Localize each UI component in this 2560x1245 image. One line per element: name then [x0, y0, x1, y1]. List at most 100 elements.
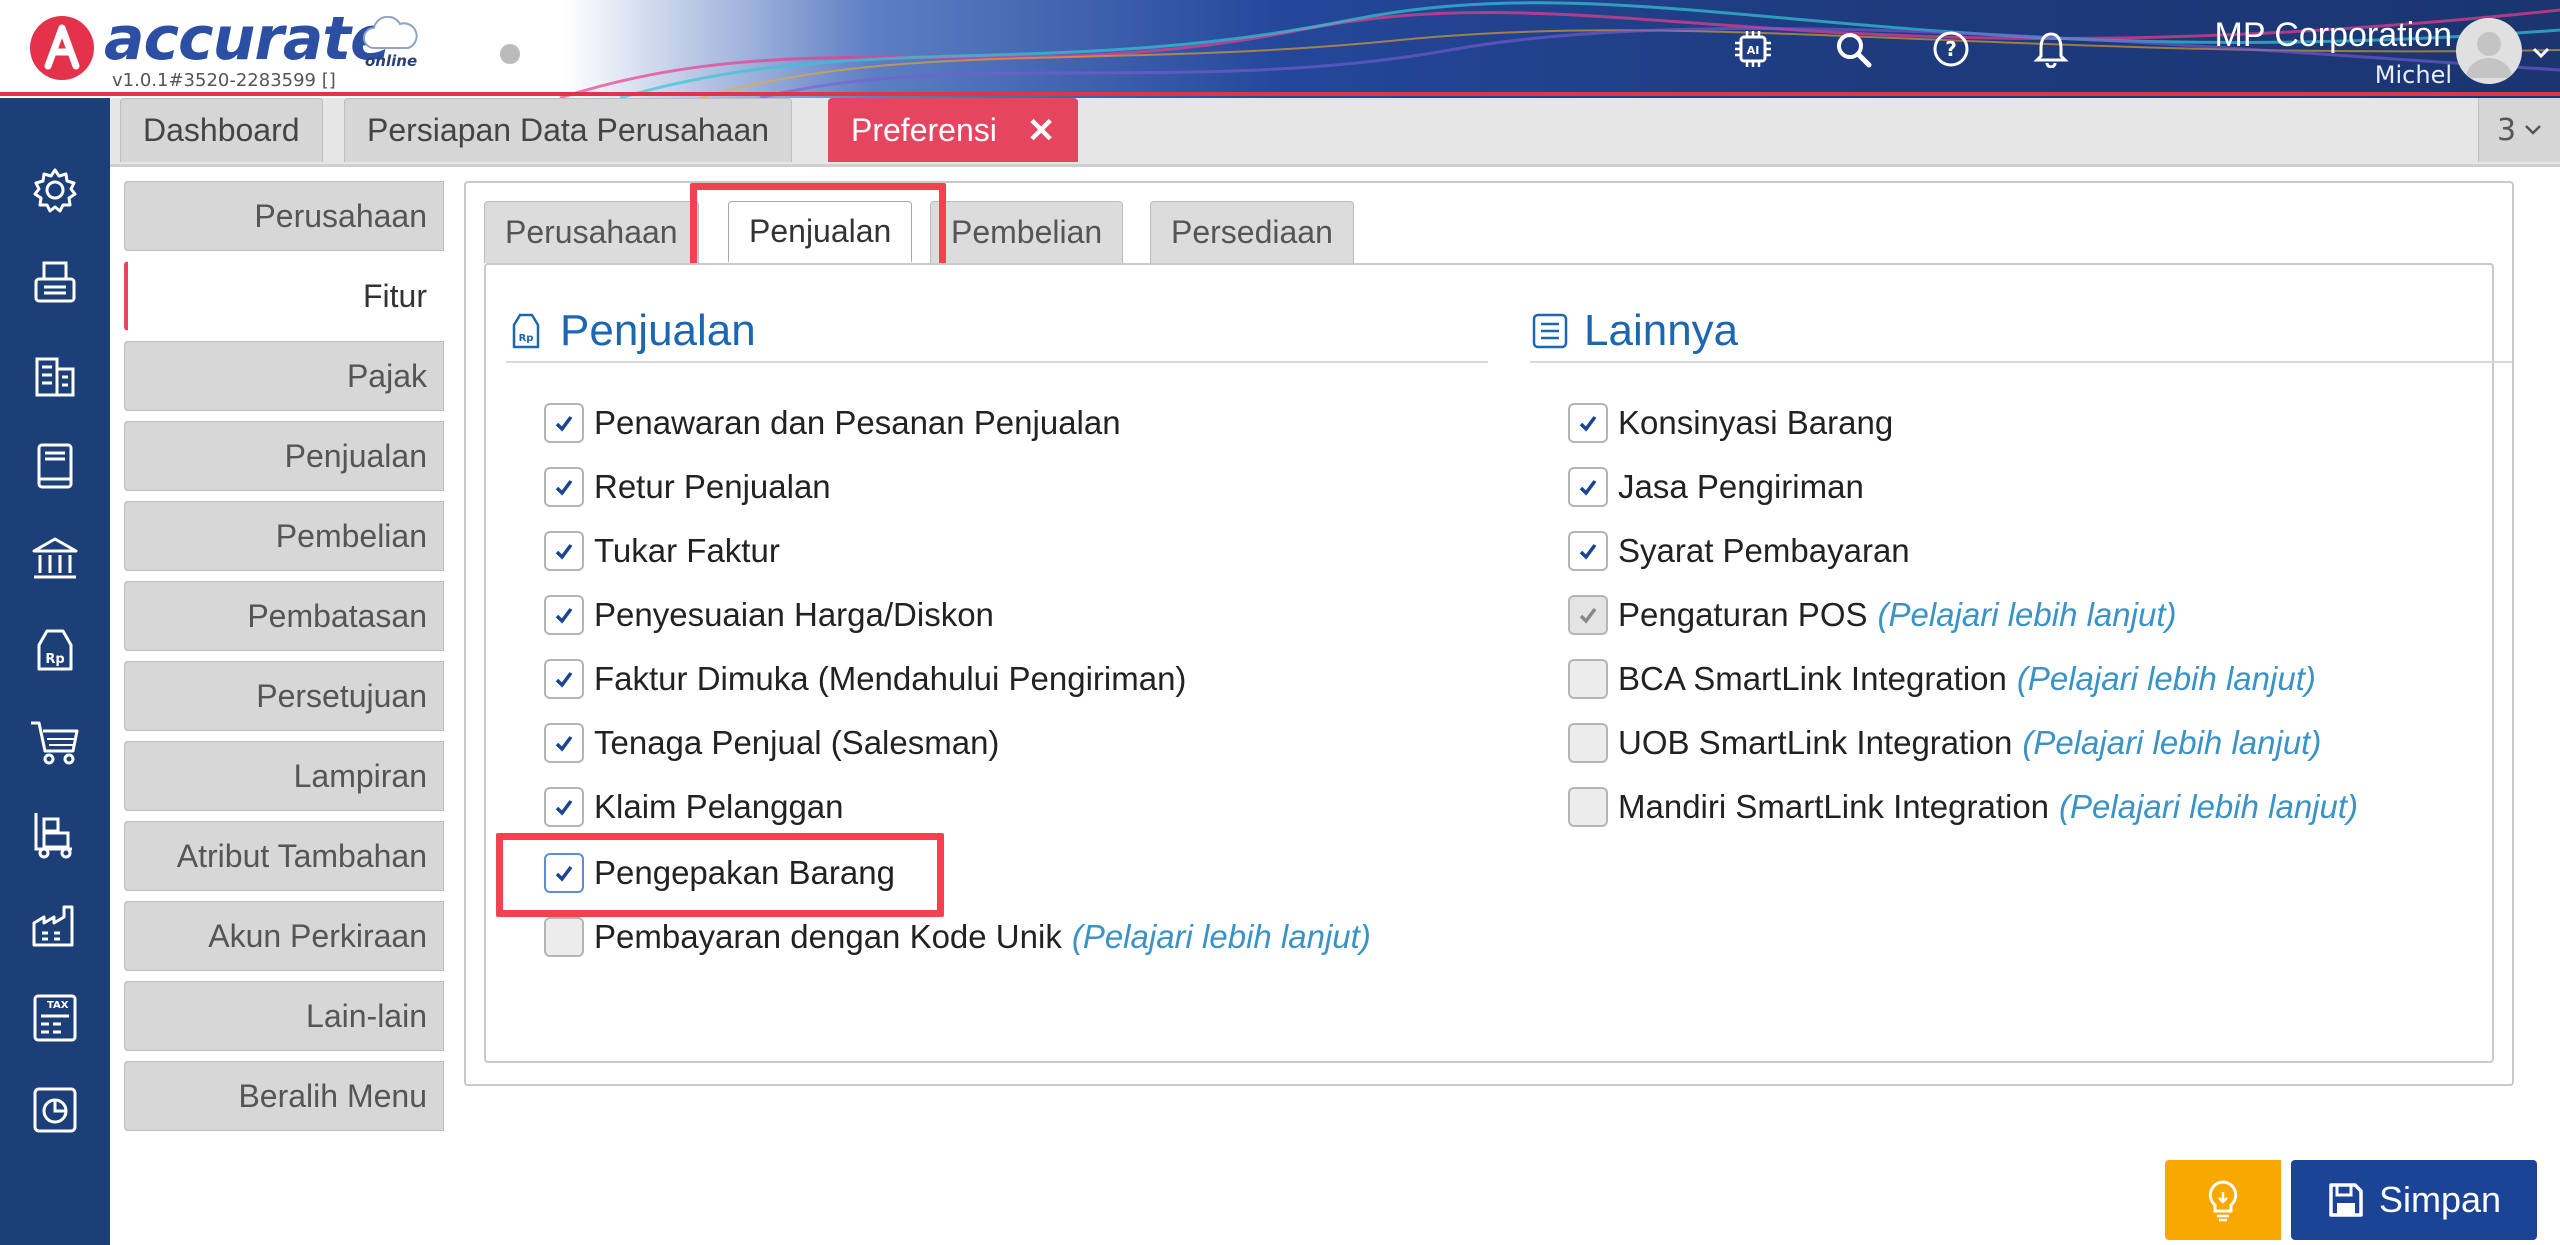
checkbox[interactable]: [544, 595, 584, 635]
option-label: Tukar Faktur: [594, 532, 780, 569]
settings-gear-icon[interactable]: [27, 162, 83, 218]
checkbox[interactable]: [544, 787, 584, 827]
learn-more-link[interactable]: (Pelajari lebih lanjut): [1878, 596, 2177, 634]
side-menu-beralih-menu[interactable]: Beralih Menu: [124, 1061, 444, 1131]
option-label: BCA SmartLink Integration: [1618, 660, 2007, 697]
checkbox[interactable]: [544, 467, 584, 507]
subtab-perusahaan[interactable]: Perusahaan: [484, 201, 699, 263]
company-name: MP Corporation: [2214, 16, 2453, 54]
search-icon[interactable]: [1830, 26, 1876, 72]
floppy-disk-icon: [2329, 1183, 2363, 1217]
avatar[interactable]: [2456, 18, 2522, 84]
checkbox[interactable]: [1568, 723, 1608, 763]
side-menu-fitur[interactable]: Fitur: [124, 261, 444, 331]
side-menu-lampiran[interactable]: Lampiran: [124, 741, 444, 811]
tips-button[interactable]: [2165, 1160, 2281, 1240]
checkbox[interactable]: [544, 531, 584, 571]
section-title: Penjualan: [560, 306, 756, 355]
learn-more-link[interactable]: (Pelajari lebih lanjut): [2022, 724, 2321, 762]
bank-icon[interactable]: [27, 530, 83, 586]
option-row[interactable]: Penyesuaian Harga/Diskon: [544, 593, 994, 637]
option-row[interactable]: BCA SmartLink Integration (Pelajari lebi…: [1568, 657, 2316, 701]
option-row[interactable]: Konsinyasi Barang: [1568, 401, 1893, 445]
tab-dashboard[interactable]: Dashboard: [120, 98, 323, 162]
tab-preferensi[interactable]: Preferensi ✕: [828, 98, 1079, 162]
option-row[interactable]: Faktur Dimuka (Mendahului Pengiriman): [544, 657, 1186, 701]
side-menu-akun-perkiraan[interactable]: Akun Perkiraan: [124, 901, 444, 971]
checkbox[interactable]: [544, 723, 584, 763]
option-row[interactable]: Pengaturan POS (Pelajari lebih lanjut): [1568, 593, 2176, 637]
side-menu-pembatasan[interactable]: Pembatasan: [124, 581, 444, 651]
subtab-pembelian[interactable]: Pembelian: [930, 201, 1124, 263]
tab-persiapan-data[interactable]: Persiapan Data Perusahaan: [344, 98, 793, 162]
section-lainnya-header: Lainnya: [1530, 301, 2512, 363]
svg-text:?: ?: [1945, 37, 1957, 61]
checkbox[interactable]: [1568, 531, 1608, 571]
tax-calculator-icon[interactable]: TAX: [27, 990, 83, 1046]
learn-more-link[interactable]: (Pelajari lebih lanjut): [2059, 788, 2358, 826]
top-header: accurate online v1.0.1#3520-2283599 [] A…: [0, 0, 2560, 98]
open-tabs-counter[interactable]: 3: [2478, 98, 2560, 162]
learn-more-link[interactable]: (Pelajari lebih lanjut): [2017, 660, 2316, 698]
brand[interactable]: accurate online v1.0.1#3520-2283599 []: [0, 0, 520, 98]
checkbox[interactable]: [1568, 595, 1608, 635]
chevron-down-icon[interactable]: [2532, 40, 2550, 64]
option-row[interactable]: Jasa Pengiriman: [1568, 465, 1864, 509]
side-menu-label: Persetujuan: [256, 677, 427, 714]
checkbox[interactable]: [1568, 787, 1608, 827]
company-info[interactable]: MP Corporation Michel: [2215, 16, 2453, 89]
side-menu-perusahaan[interactable]: Perusahaan: [124, 181, 444, 251]
side-menu-pajak[interactable]: Pajak: [124, 341, 444, 411]
option-row[interactable]: UOB SmartLink Integration (Pelajari lebi…: [1568, 721, 2321, 765]
shopping-cart-icon[interactable]: [27, 714, 83, 770]
subtab-label: Persediaan: [1171, 214, 1333, 250]
highlight-box-subtab: [690, 183, 946, 275]
side-menu-lain-lain[interactable]: Lain-lain: [124, 981, 444, 1051]
ai-chip-icon[interactable]: AI: [1730, 26, 1776, 72]
checkbox[interactable]: [1568, 403, 1608, 443]
report-chart-icon[interactable]: [27, 1082, 83, 1138]
brand-online-label: online: [365, 52, 418, 70]
svg-text:AI: AI: [1747, 44, 1760, 57]
option-row[interactable]: Tukar Faktur: [544, 529, 780, 573]
option-row[interactable]: Penawaran dan Pesanan Penjualan: [544, 401, 1121, 445]
learn-more-link[interactable]: (Pelajari lebih lanjut): [1072, 918, 1371, 956]
side-menu-penjualan[interactable]: Penjualan: [124, 421, 444, 491]
checkbox[interactable]: [1568, 467, 1608, 507]
close-icon[interactable]: ✕: [1027, 111, 1056, 151]
rupiah-tag-icon[interactable]: Rp: [27, 622, 83, 678]
option-row[interactable]: Retur Penjualan: [544, 465, 831, 509]
checkbox[interactable]: [544, 403, 584, 443]
factory-icon[interactable]: [27, 898, 83, 954]
side-menu-persetujuan[interactable]: Persetujuan: [124, 661, 444, 731]
option-label: Mandiri SmartLink Integration: [1618, 788, 2050, 825]
building-icon[interactable]: [27, 346, 83, 402]
option-row[interactable]: Pembayaran dengan Kode Unik (Pelajari le…: [544, 915, 1371, 959]
option-label: Jasa Pengiriman: [1618, 468, 1864, 505]
checkbox[interactable]: [544, 917, 584, 957]
option-row[interactable]: Klaim Pelanggan: [544, 785, 844, 829]
side-menu-label: Pembelian: [275, 517, 427, 554]
help-icon[interactable]: ?: [1928, 26, 1974, 72]
chevron-down-icon: [2525, 125, 2541, 135]
left-navigation: Rp TAX: [0, 98, 110, 1245]
svg-text:Rp: Rp: [519, 333, 534, 344]
book-icon[interactable]: [27, 438, 83, 494]
option-row[interactable]: Tenaga Penjual (Salesman): [544, 721, 999, 765]
option-row[interactable]: Mandiri SmartLink Integration (Pelajari …: [1568, 785, 2358, 829]
option-row[interactable]: Syarat Pembayaran: [1568, 529, 1910, 573]
side-menu-pembelian[interactable]: Pembelian: [124, 501, 444, 571]
save-button[interactable]: Simpan: [2291, 1160, 2537, 1240]
highlight-box-option: [496, 833, 944, 917]
svg-text:Rp: Rp: [45, 652, 64, 667]
option-label: Konsinyasi Barang: [1618, 404, 1894, 441]
brand-name: accurate: [104, 4, 391, 74]
checkbox[interactable]: [544, 659, 584, 699]
inventory-trolley-icon[interactable]: [27, 806, 83, 862]
bell-icon[interactable]: [2028, 26, 2074, 72]
fax-printer-icon[interactable]: [27, 254, 83, 310]
subtab-persediaan[interactable]: Persediaan: [1150, 201, 1354, 263]
option-label: Pembayaran dengan Kode Unik: [594, 918, 1062, 955]
side-menu-atribut-tambahan[interactable]: Atribut Tambahan: [124, 821, 444, 891]
checkbox[interactable]: [1568, 659, 1608, 699]
